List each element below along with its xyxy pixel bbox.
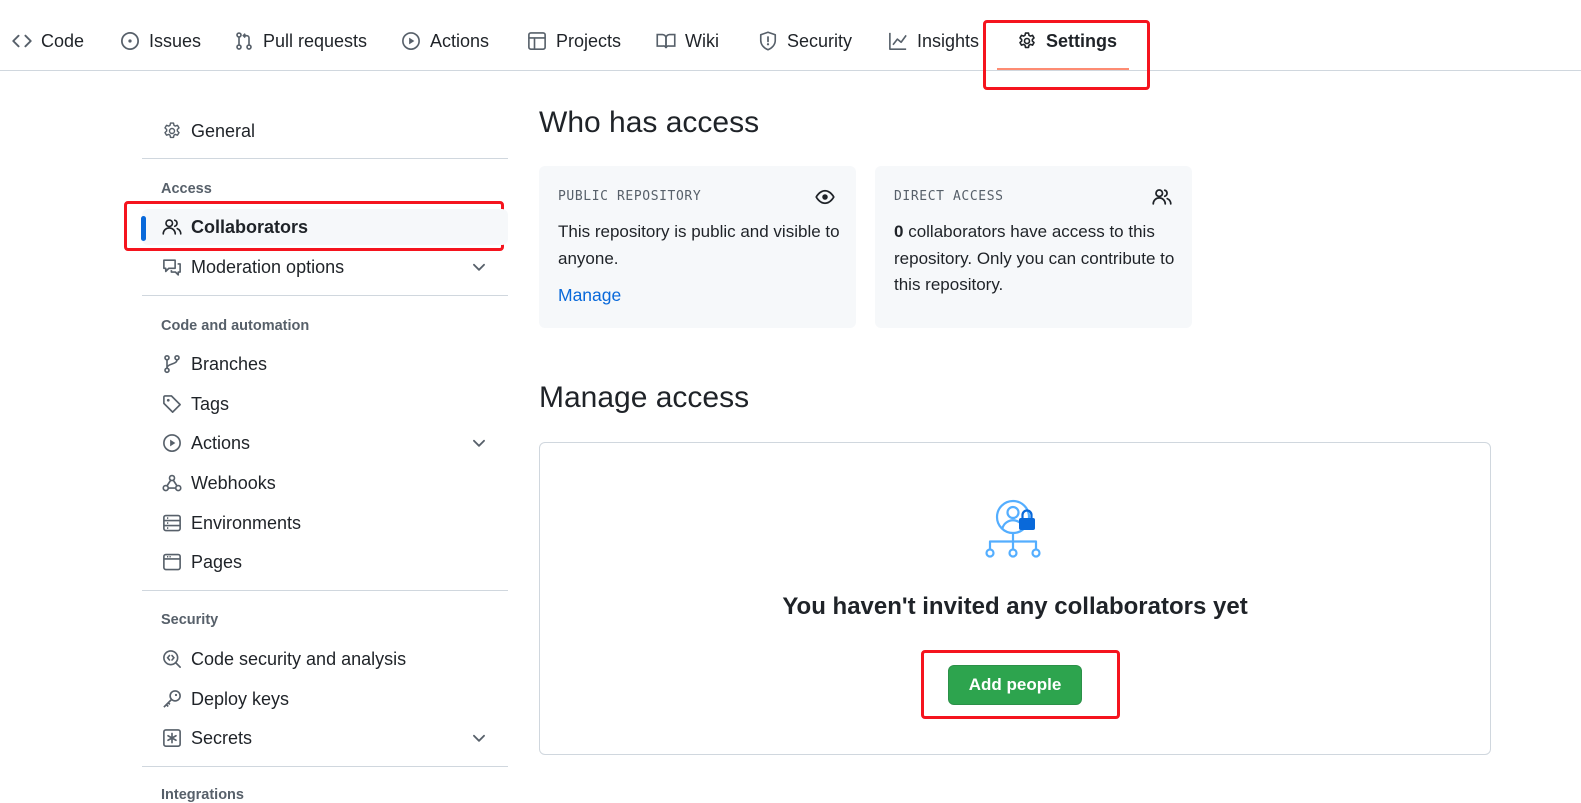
sidebar-item-label: Actions [191, 432, 251, 453]
tab-label: Security [787, 30, 853, 51]
sidebar-item-environments[interactable]: Environments [142, 505, 508, 541]
sidebar-divider [142, 766, 508, 767]
key-asterisk-icon [163, 729, 181, 747]
sidebar-item-branches[interactable]: Branches [142, 346, 508, 382]
sidebar-item-general[interactable]: General [142, 113, 508, 149]
sidebar-item-label: Collaborators [191, 216, 309, 237]
sidebar-item-tags[interactable]: Tags [142, 386, 508, 422]
sidebar-heading-integrations: Integrations [161, 787, 244, 803]
manage-access-panel: You haven't invited any collaborators ye… [539, 442, 1491, 755]
tab-label: Actions [430, 30, 490, 51]
sidebar-item-deploy-keys[interactable]: Deploy keys [142, 681, 508, 717]
graph-icon [889, 32, 907, 50]
tab-pull-requests[interactable]: Pull requests [234, 26, 367, 56]
sidebar-item-label: Moderation options [191, 256, 345, 277]
sidebar-heading-security: Security [161, 612, 219, 628]
sidebar-item-pages[interactable]: Pages [142, 544, 508, 580]
report-icon [163, 259, 181, 276]
chevron-down-icon[interactable] [470, 729, 488, 747]
active-tab-underline [997, 68, 1129, 70]
card-text: 0 collaborators have access to this repo… [894, 219, 1179, 299]
repo-nav: Code Issues Pull requests Actions Projec… [0, 0, 1581, 71]
people-icon [162, 219, 182, 235]
manage-visibility-link[interactable]: Manage [558, 285, 621, 306]
tag-icon [163, 395, 181, 413]
collaborators-illustration-icon [985, 499, 1041, 558]
tab-label: Insights [917, 30, 980, 51]
git-branch-icon [164, 354, 180, 374]
sidebar-item-label: Webhooks [191, 472, 276, 493]
tab-label: Code [41, 30, 85, 51]
public-repository-card: PUBLIC REPOSITORY This repository is pub… [539, 166, 856, 328]
tab-security[interactable]: Security [758, 26, 852, 56]
tab-actions[interactable]: Actions [401, 26, 489, 56]
tab-label: Issues [149, 30, 202, 51]
card-title: DIRECT ACCESS [894, 189, 1004, 204]
sidebar-item-moderation-options[interactable]: Moderation options [142, 249, 508, 285]
tab-issues[interactable]: Issues [120, 26, 201, 56]
sidebar-heading-access: Access [161, 181, 212, 197]
collaborator-count-text: collaborators have access to this reposi… [894, 222, 1175, 294]
who-has-access-heading: Who has access [539, 106, 760, 139]
tab-settings[interactable]: Settings [1017, 26, 1117, 56]
tab-code[interactable]: Code [12, 26, 84, 56]
people-icon [1152, 189, 1172, 205]
sidebar-divider [142, 590, 508, 591]
active-indicator [141, 216, 146, 241]
tab-projects[interactable]: Projects [527, 26, 621, 56]
sidebar-item-actions[interactable]: Actions [142, 425, 508, 461]
gear-icon [164, 122, 180, 139]
browser-icon [163, 553, 181, 571]
code-icon [12, 34, 32, 48]
add-people-button[interactable]: Add people [948, 665, 1082, 705]
server-icon [163, 514, 181, 532]
sidebar-divider [142, 158, 508, 159]
sidebar-item-label: Secrets [191, 727, 253, 748]
direct-access-card: DIRECT ACCESS 0 collaborators have acces… [875, 166, 1192, 328]
sidebar-item-webhooks[interactable]: Webhooks [142, 465, 508, 501]
sidebar-item-label: Tags [191, 393, 230, 414]
codescan-icon [163, 650, 181, 668]
eye-icon [815, 189, 835, 205]
tab-label: Pull requests [263, 30, 368, 51]
gear-icon [1019, 32, 1035, 49]
sidebar-item-label: General [191, 120, 256, 141]
webhook-icon [162, 474, 182, 492]
git-pull-request-icon [236, 32, 252, 50]
tab-label: Settings [1046, 30, 1118, 51]
play-icon [163, 434, 181, 452]
sidebar-item-label: Environments [191, 512, 302, 533]
tab-label: Projects [556, 30, 622, 51]
issue-opened-icon [121, 32, 139, 50]
table-icon [528, 32, 546, 50]
key-icon [163, 690, 181, 708]
sidebar-item-code-security-and-analysis[interactable]: Code security and analysis [142, 641, 508, 677]
card-title: PUBLIC REPOSITORY [558, 189, 702, 204]
sidebar-heading-code-and-automation: Code and automation [161, 318, 310, 334]
sidebar-item-label: Deploy keys [191, 688, 290, 709]
chevron-down-icon[interactable] [470, 434, 488, 452]
sidebar-item-secrets[interactable]: Secrets [142, 720, 508, 756]
card-text: This repository is public and visible to… [558, 222, 840, 268]
shield-icon [759, 31, 777, 51]
chevron-down-icon[interactable] [470, 258, 488, 276]
sidebar-divider [142, 295, 508, 296]
tab-label: Wiki [685, 30, 719, 51]
sidebar-item-collaborators[interactable]: Collaborators [141, 209, 508, 245]
tab-wiki[interactable]: Wiki [656, 26, 719, 56]
book-icon [656, 33, 676, 49]
manage-access-heading: Manage access [539, 381, 750, 414]
play-icon [402, 32, 420, 50]
empty-state-title: You haven't invited any collaborators ye… [782, 593, 1248, 620]
sidebar-item-label: Branches [191, 353, 268, 374]
tab-insights[interactable]: Insights [888, 26, 979, 56]
sidebar-item-label: Pages [191, 551, 243, 572]
sidebar-item-label: Code security and analysis [191, 648, 407, 669]
